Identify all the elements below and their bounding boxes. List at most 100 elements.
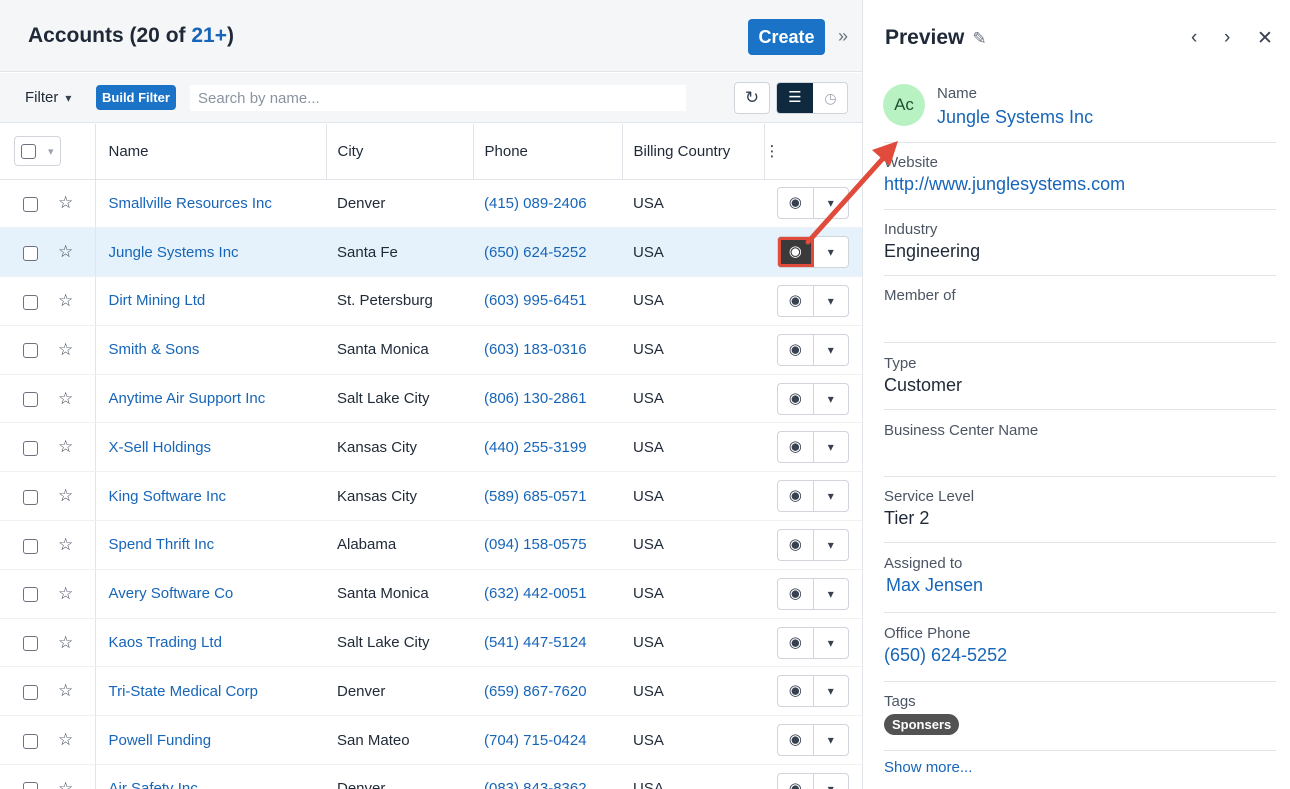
eye-icon[interactable]: ◉ (778, 773, 814, 789)
column-options-icon[interactable]: ⋮ (764, 124, 862, 180)
chevron-down-icon[interactable]: ▾ (814, 481, 849, 511)
phone-link[interactable]: (806) 130-2861 (484, 390, 587, 407)
chevron-down-icon[interactable]: ▾ (814, 286, 849, 316)
phone-link[interactable]: (650) 624-5252 (484, 244, 587, 261)
row-checkbox[interactable] (23, 392, 38, 408)
star-icon[interactable]: ☆ (58, 486, 73, 505)
account-name-link[interactable]: Air Safety Inc (109, 780, 198, 789)
chevron-down-icon[interactable]: ▾ (814, 579, 849, 609)
office-phone-link[interactable]: (650) 624-5252 (884, 645, 1276, 666)
column-header-city[interactable]: City (326, 124, 474, 180)
eye-icon[interactable]: ◉ (778, 627, 814, 658)
phone-link[interactable]: (415) 089-2406 (484, 195, 587, 212)
star-icon[interactable]: ☆ (58, 730, 73, 749)
account-name-link[interactable]: Spend Thrift Inc (109, 536, 215, 553)
row-checkbox[interactable] (23, 733, 38, 749)
row-checkbox[interactable] (23, 587, 38, 603)
account-name-link[interactable]: Powell Funding (109, 732, 212, 749)
website-link[interactable]: http://www.junglesystems.com (884, 174, 1276, 195)
phone-link[interactable]: (541) 447-5124 (484, 634, 587, 651)
chevron-down-icon[interactable]: ▾ (814, 237, 849, 267)
chevron-left-icon[interactable]: ‹ (1191, 27, 1197, 49)
eye-icon[interactable]: ◉ (778, 383, 814, 414)
row-checkbox[interactable] (23, 636, 38, 652)
table-row[interactable]: ☆ Dirt Mining Ltd St. Petersburg (603) 995-… (0, 276, 862, 326)
star-icon[interactable]: ☆ (58, 340, 73, 359)
phone-link[interactable]: (659) 867-7620 (484, 683, 587, 700)
phone-link[interactable]: (603) 995-6451 (484, 292, 587, 309)
row-checkbox[interactable] (23, 489, 38, 505)
chevron-down-icon[interactable]: ▾ (814, 432, 849, 462)
record-count-link[interactable]: 21+ (191, 24, 227, 47)
table-row[interactable]: ☆ Spend Thrift Inc Alabama (094) 158-0575 US… (0, 520, 862, 570)
list-view-icon[interactable]: ☰ (777, 83, 813, 113)
star-icon[interactable]: ☆ (58, 633, 73, 652)
eye-icon[interactable]: ◉ (778, 432, 814, 463)
eye-icon[interactable]: ◉ (778, 725, 814, 756)
eye-icon[interactable]: ◉ (778, 529, 814, 560)
account-name-link[interactable]: Dirt Mining Ltd (109, 292, 206, 309)
assigned-user-link[interactable]: Max Jensen (886, 575, 1276, 596)
clock-icon[interactable]: ◷ (813, 83, 847, 113)
show-more-link[interactable]: Show more... (884, 759, 972, 776)
build-filter-button[interactable]: Build Filter (96, 85, 176, 110)
chevron-down-icon[interactable]: ▾ (814, 774, 849, 789)
chevron-down-icon[interactable]: ▾ (814, 335, 849, 365)
table-row[interactable]: ☆ King Software Inc Kansas City (589) 685-0… (0, 471, 862, 522)
phone-link[interactable]: (589) 685-0571 (484, 488, 587, 505)
account-name-link[interactable]: Tri-State Medical Corp (109, 683, 259, 700)
account-name-link[interactable]: X-Sell Holdings (109, 439, 212, 456)
search-input[interactable] (190, 85, 686, 111)
row-checkbox[interactable] (23, 245, 38, 261)
eye-icon[interactable]: ◉ (778, 334, 814, 365)
star-icon[interactable]: ☆ (58, 437, 73, 456)
row-checkbox[interactable] (23, 782, 38, 789)
account-name-link[interactable]: Jungle Systems Inc (109, 244, 239, 261)
row-checkbox[interactable] (23, 196, 38, 212)
chevron-down-icon[interactable]: ▾ (814, 384, 849, 414)
table-row[interactable]: ☆ Anytime Air Support Inc Salt Lake City (8… (0, 374, 862, 424)
account-name-link[interactable]: Jungle Systems Inc (937, 107, 1093, 128)
table-row[interactable]: ☆ Air Safety Inc Denver (083) 843-8362 USA ◉ ▾ (0, 764, 862, 789)
star-icon[interactable]: ☆ (58, 291, 73, 310)
account-name-link[interactable]: Kaos Trading Ltd (109, 634, 222, 651)
phone-link[interactable]: (094) 158-0575 (484, 536, 587, 553)
close-icon[interactable]: ✕ (1257, 27, 1273, 50)
row-checkbox[interactable] (23, 343, 38, 359)
star-icon[interactable]: ☆ (58, 779, 73, 789)
chevron-right-icon[interactable]: › (1224, 27, 1230, 49)
account-name-link[interactable]: Avery Software Co (109, 585, 234, 602)
star-icon[interactable]: ☆ (58, 584, 73, 603)
account-name-link[interactable]: King Software Inc (109, 488, 227, 505)
eye-icon[interactable]: ◉ (778, 285, 814, 316)
row-checkbox[interactable] (23, 684, 38, 700)
table-row[interactable]: ☆ Kaos Trading Ltd Salt Lake City (541) 447… (0, 618, 862, 668)
table-row[interactable]: ☆ Avery Software Co Santa Monica (632) 442-… (0, 569, 862, 619)
eye-icon[interactable]: ◉ (778, 481, 814, 512)
row-checkbox[interactable] (23, 538, 38, 554)
pencil-icon[interactable]: ✎ (972, 29, 986, 49)
refresh-icon[interactable]: ↻ (734, 82, 770, 114)
select-all-checkbox[interactable]: ▾ (14, 136, 61, 167)
eye-icon[interactable]: ◉ (778, 188, 814, 219)
eye-icon[interactable]: ◉ (778, 578, 814, 609)
phone-link[interactable]: (440) 255-3199 (484, 439, 587, 456)
phone-link[interactable]: (704) 715-0424 (484, 732, 587, 749)
row-checkbox[interactable] (23, 294, 38, 310)
star-icon[interactable]: ☆ (58, 389, 73, 408)
star-icon[interactable]: ☆ (58, 193, 73, 212)
phone-link[interactable]: (603) 183-0316 (484, 341, 587, 358)
table-row[interactable]: ☆ Tri-State Medical Corp Denver (659) 867-7… (0, 666, 862, 717)
filter-dropdown[interactable]: Filter ▾ (25, 89, 71, 106)
account-name-link[interactable]: Smith & Sons (109, 341, 200, 358)
chevron-down-icon[interactable]: ▾ (814, 725, 849, 755)
account-name-link[interactable]: Anytime Air Support Inc (109, 390, 266, 407)
chevron-down-icon[interactable]: ▾ (814, 676, 849, 706)
tag-badge[interactable]: Sponsers (884, 714, 960, 735)
create-button[interactable]: Create (748, 19, 825, 55)
table-row[interactable]: ☆ Smallville Resources Inc Denver (415) 089… (0, 179, 862, 229)
column-header-phone[interactable]: Phone (473, 124, 623, 180)
chevron-down-icon[interactable]: ▾ (814, 530, 849, 560)
chevron-down-icon[interactable]: ▾ (814, 188, 849, 218)
collapse-panel-icon[interactable]: » (838, 26, 848, 47)
